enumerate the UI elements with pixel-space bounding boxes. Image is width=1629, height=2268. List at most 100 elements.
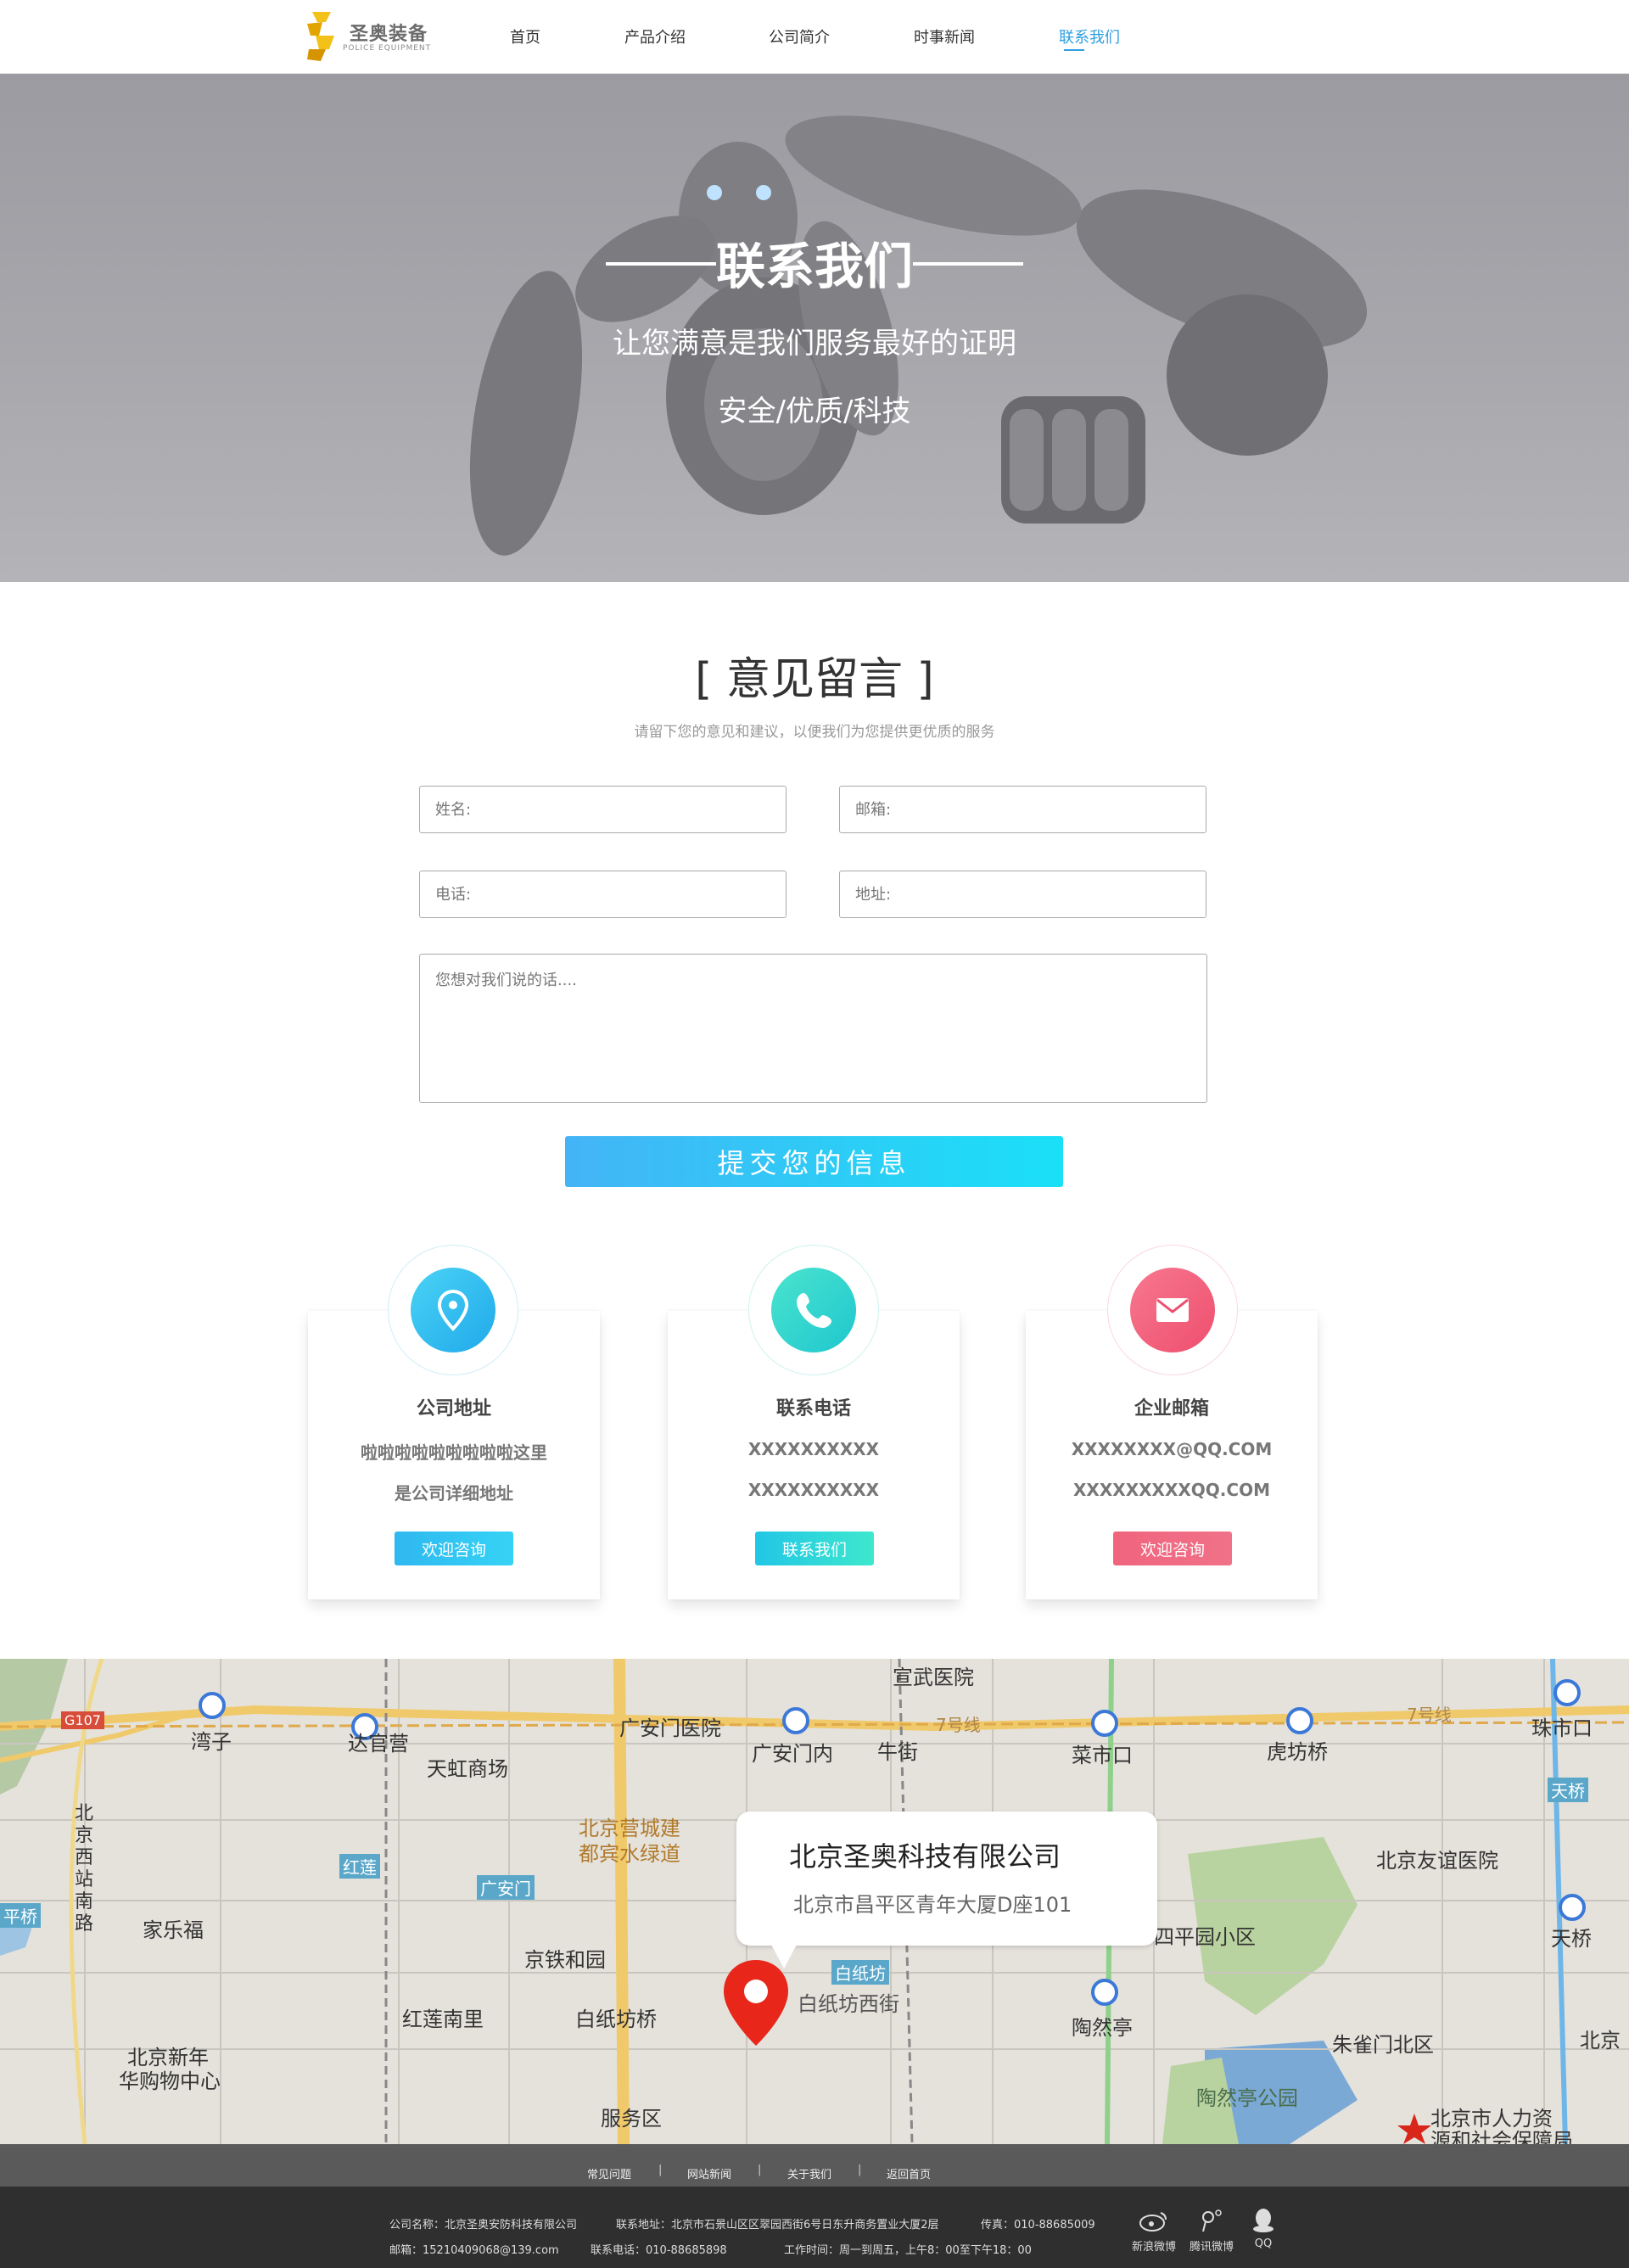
map-label: 湾子 [191, 1730, 232, 1754]
map-label: 红莲南里 [402, 2008, 484, 2031]
phone-contact-button[interactable]: 联系我们 [755, 1532, 874, 1565]
logo-text: 圣奥装备 [350, 24, 428, 45]
map-label: 广安门 [477, 1875, 535, 1900]
map-label: 白纸坊西街 [798, 1992, 899, 2016]
feedback-description: 请留下您的意见和建议，以便我们为您提供更优质的服务 [634, 724, 995, 741]
map-label: 北京 [1580, 2029, 1621, 2052]
map-label: 华购物中心 [119, 2069, 221, 2093]
map-company-address: 北京市昌平区青年大厦D座101 [793, 1893, 1072, 1917]
footer-email: 邮箱：15210409068@139.com [389, 2244, 559, 2257]
footer-divider: | [658, 2164, 663, 2176]
map-label: 牛街 [877, 1740, 918, 1764]
email-line-1: XXXXXXXX@QQ.COM [1071, 1439, 1273, 1459]
map-popup-tail [770, 1943, 798, 1968]
message-field[interactable] [419, 954, 1207, 1103]
title-dash-right [913, 261, 1023, 266]
phone-icon [771, 1268, 856, 1352]
address-icon-ring [388, 1245, 518, 1375]
address-field[interactable] [839, 871, 1206, 918]
address-consult-button[interactable]: 欢迎咨询 [395, 1532, 513, 1565]
social-label: 腾讯微博 [1189, 2241, 1234, 2254]
footer-divider: | [858, 2164, 862, 2176]
footer-link-home[interactable]: 返回首页 [887, 2165, 931, 2181]
map-label: 天桥 [1551, 1927, 1592, 1951]
email-card-title: 企业邮箱 [1134, 1398, 1209, 1420]
footer-link-about[interactable]: 关于我们 [787, 2165, 831, 2181]
footer-divider: | [758, 2164, 762, 2176]
phone-line-1: XXXXXXXXXX [747, 1439, 880, 1459]
map-label: 红莲 [339, 1854, 380, 1879]
map-label: 四平园小区 [1154, 1925, 1256, 1949]
map-label: 服务区 [601, 2107, 662, 2131]
footer-address: 联系地址：北京市石景山区区翠园西街6号日东升商务置业大厦2层 [616, 2219, 939, 2232]
map-label: 陶然亭 [1072, 2016, 1133, 2040]
footer-link-faq[interactable]: 常见问题 [587, 2165, 631, 2181]
logo-mark-icon [307, 12, 334, 61]
name-field[interactable] [419, 786, 787, 833]
phone-line-2: XXXXXXXXXX [747, 1480, 880, 1500]
nav-active-indicator [1064, 49, 1084, 51]
logo-subtext: POLICE EQUIPMENT [343, 44, 432, 53]
tencent-weibo-icon[interactable] [1198, 2209, 1223, 2232]
map-label: 白纸坊 [831, 1960, 889, 1985]
phone-icon-ring [748, 1245, 879, 1375]
hero-tagline: 安全/优质/科技 [718, 395, 911, 428]
hero-title-text: 联系我们 [715, 238, 913, 295]
map-label: 广安门医院 [619, 1716, 721, 1740]
email-field[interactable] [839, 786, 1206, 833]
map-label: 家乐福 [143, 1918, 204, 1942]
nav-news[interactable]: 时事新闻 [914, 25, 975, 48]
footer-link-news[interactable]: 网站新闻 [687, 2165, 731, 2181]
map-label: 京铁和园 [524, 1948, 606, 1972]
email-icon-ring [1107, 1245, 1238, 1375]
footer-company: 公司名称：北京圣奥安防科技有限公司 [389, 2219, 578, 2232]
map-label: 天桥 [1548, 1778, 1588, 1802]
map-label: 宣武医院 [893, 1666, 974, 1689]
hero-banner: 联系我们 让您满意是我们服务最好的证明 安全/优质/科技 [0, 74, 1629, 582]
map-label: 白纸坊桥 [575, 2008, 657, 2031]
location-pin-icon [411, 1268, 495, 1352]
logo[interactable]: 圣奥装备 POLICE EQUIPMENT [305, 10, 433, 63]
map-label: 北京友谊医院 [1376, 1849, 1498, 1873]
map-label: 天虹商场 [427, 1757, 508, 1781]
map-info-popup [736, 1812, 1157, 1946]
map-label: 7号线 [936, 1715, 981, 1735]
phone-field[interactable] [419, 871, 787, 918]
map-label: 虎坊桥 [1267, 1740, 1328, 1764]
map-company-name: 北京圣奥科技有限公司 [789, 1840, 1061, 1873]
map-label: 平桥 [0, 1903, 41, 1928]
hero-title: 联系我们 [0, 227, 1629, 298]
nav-company[interactable]: 公司简介 [769, 25, 830, 48]
email-line-2: XXXXXXXXXQQ.COM [1073, 1480, 1270, 1500]
nav-products[interactable]: 产品介绍 [624, 25, 686, 48]
address-line-2: 是公司详细地址 [395, 1483, 513, 1504]
map-label: 都宾水绿道 [579, 1842, 680, 1866]
social-label: 新浪微博 [1131, 2241, 1176, 2254]
nav-home[interactable]: 首页 [510, 25, 540, 48]
map-label: 朱雀门北区 [1332, 2033, 1434, 2057]
map-label: 7号线 [1407, 1705, 1452, 1725]
title-dash-left [605, 261, 716, 266]
mail-icon [1130, 1268, 1215, 1352]
map-label: 源和社会保障局 [1430, 2129, 1573, 2144]
map-road-badge: G107 [61, 1711, 104, 1729]
submit-button[interactable]: 提交您的信息 [565, 1136, 1063, 1187]
map-label: 菜市口 [1072, 1744, 1133, 1767]
map-label: 北京西站南路 [75, 1803, 94, 1935]
map-label: 珠市口 [1531, 1716, 1593, 1740]
email-consult-button[interactable]: 欢迎咨询 [1113, 1532, 1232, 1565]
social-label: QQ [1254, 2237, 1273, 2250]
footer-fax: 传真：010-88685009 [981, 2219, 1095, 2232]
address-card-title: 公司地址 [416, 1398, 491, 1420]
hero-subtitle: 让您满意是我们服务最好的证明 [613, 327, 1016, 361]
weibo-icon[interactable] [1139, 2209, 1169, 2232]
feedback-title: [ 意见留言 ] [695, 654, 934, 705]
nav-contact[interactable]: 联系我们 [1059, 25, 1120, 48]
qq-icon[interactable] [1251, 2208, 1275, 2233]
address-line-1: 啦啦啦啦啦啦啦啦啦这里 [361, 1442, 547, 1463]
phone-card-title: 联系电话 [775, 1398, 851, 1420]
map-label: 陶然亭公园 [1196, 2086, 1298, 2110]
footer-hours: 工作时间：周一到周五，上午8：00至下午18：00 [784, 2244, 1032, 2257]
footer-phone: 联系电话：010-88685898 [591, 2244, 727, 2257]
map-label: 达官营 [348, 1732, 409, 1756]
